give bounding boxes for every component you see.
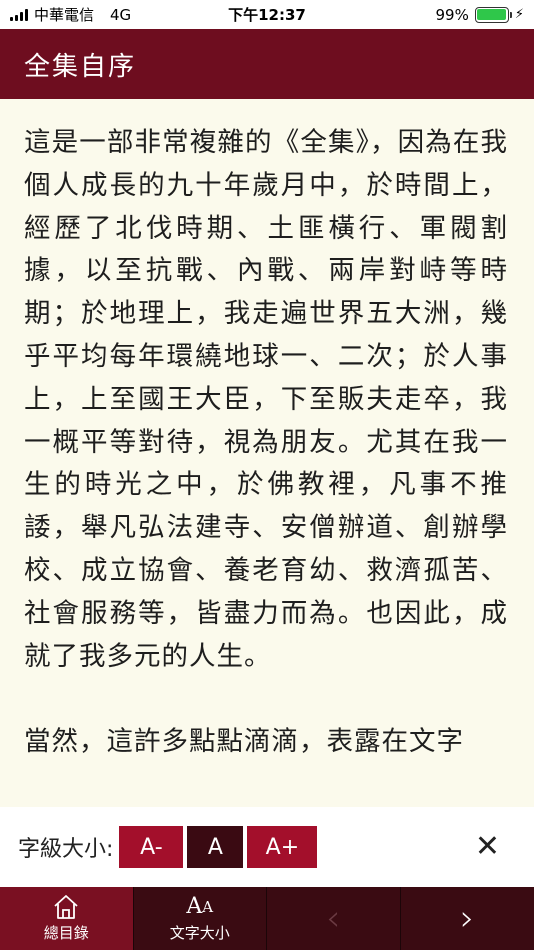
font-size-icon: AA [186, 894, 213, 920]
status-left: 中華電信 4G [10, 4, 131, 25]
tab-table-of-contents[interactable]: 總目錄 [0, 887, 134, 950]
tab-next-page[interactable]: › [401, 887, 534, 950]
font-icon-small-a: A [202, 898, 214, 916]
tab-label-home: 總目錄 [43, 924, 89, 942]
battery-icon [474, 6, 512, 23]
article-paragraph-2: 當然，這許多點點滴滴，表露在文字 [24, 726, 464, 758]
font-normal-button[interactable]: A [187, 826, 244, 868]
network-type: 4G [110, 5, 132, 24]
close-icon[interactable]: ✕ [475, 827, 500, 867]
battery-percent: 99% [435, 5, 469, 24]
carrier-name: 中華電信 [34, 6, 95, 24]
chevron-left-icon: ‹ [326, 898, 341, 939]
charging-icon: ⚡ [514, 7, 524, 22]
battery-fill [477, 9, 507, 20]
font-larger-button[interactable]: A+ [247, 826, 318, 868]
signal-icon [10, 8, 28, 21]
tab-previous-page[interactable]: ‹ [267, 887, 401, 950]
tab-font-size[interactable]: AA 文字大小 [134, 887, 267, 950]
status-right: 99% ⚡ [436, 6, 524, 24]
font-size-label: 字級大小: [18, 837, 114, 862]
page-header: 全集自序 [0, 29, 534, 99]
page-title: 全集自序 [24, 51, 137, 82]
home-icon [52, 894, 80, 920]
tab-label-font: 文字大小 [169, 924, 230, 942]
font-size-bar: 字級大小: A- A A+ ✕ [0, 807, 534, 887]
status-bar: 中華電信 4G 下午12:37 99% ⚡ [0, 0, 534, 29]
font-smaller-button[interactable]: A- [119, 826, 184, 868]
font-icon-big-a: A [186, 894, 203, 919]
article-paragraph-1: 這是一部非常複雜的《全集》，因為在我個人成長的九十年歲月中，於時間上，經歷了北伐… [24, 127, 508, 672]
bottom-tab-bar: 總目錄 AA 文字大小 ‹ › [0, 887, 534, 950]
article-content[interactable]: 這是一部非常複雜的《全集》，因為在我個人成長的九十年歲月中，於時間上，經歷了北伐… [0, 99, 534, 807]
chevron-right-icon: › [460, 898, 475, 939]
